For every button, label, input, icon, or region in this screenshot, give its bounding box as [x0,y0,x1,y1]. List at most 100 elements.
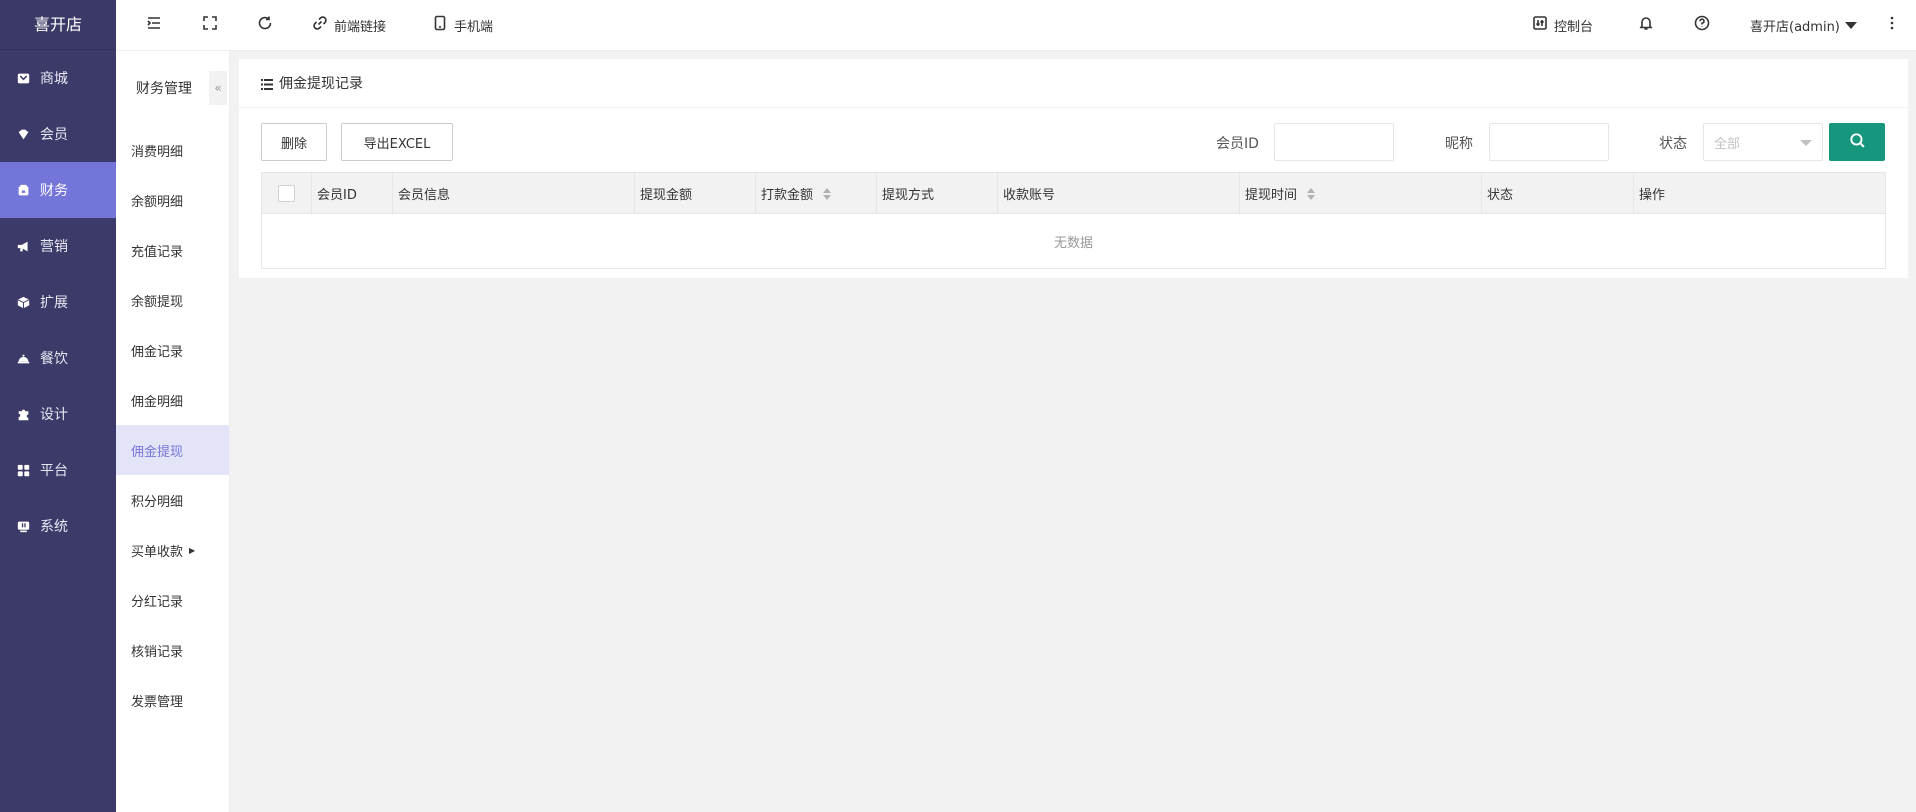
column-header: 会员信息 [393,173,635,214]
mobile-button[interactable]: 手机端 [432,0,493,50]
collapse-sidebar-button[interactable]: « [209,71,227,105]
nav-item-finance[interactable]: 财务 [0,162,116,218]
list-icon [261,78,273,90]
column-label: 收款账号 [1003,188,1056,203]
caret-down-icon [1844,21,1857,29]
column-label: 打款金额 [761,188,814,203]
refresh-icon [257,15,273,35]
export-excel-button[interactable]: 导出EXCEL [341,123,453,161]
column-header: 会员ID [312,173,393,214]
primary-nav: 商城 会员 财务 营销 扩展 餐饮 设计 平台 系统 [0,50,116,554]
dining-icon [16,351,30,365]
more-button[interactable] [1884,0,1900,50]
column-header: 提现方式 [877,173,998,214]
subnav-item-submenu[interactable]: 买单收款 ▶ [116,525,229,575]
nickname-input[interactable] [1489,123,1609,161]
status-select[interactable]: 全部 [1703,123,1823,161]
nav-item-extension[interactable]: 扩展 [0,274,116,330]
member-id-label: 会员ID [1216,136,1259,152]
member-id-input[interactable] [1274,123,1394,161]
subnav-item-label: 核销记录 [131,644,184,660]
subnav-item-label: 买单收款 [131,544,184,560]
nav-item-platform[interactable]: 平台 [0,442,116,498]
subnav-item-label: 佣金记录 [131,344,184,360]
fullscreen-button[interactable] [202,0,218,50]
status-select-value: 全部 [1714,136,1741,152]
select-all-checkbox[interactable] [278,185,295,202]
subnav-item[interactable]: 发票管理 [116,675,229,725]
system-icon [16,519,30,533]
status-label: 状态 [1659,136,1687,152]
column-label: 提现方式 [882,188,935,203]
nav-item-label: 设计 [40,407,68,423]
notifications-button[interactable] [1638,0,1654,50]
column-header: 提现金额 [635,173,756,214]
chevron-down-icon [1800,140,1812,146]
frontend-link-label: 前端链接 [334,19,387,35]
subnav-item[interactable]: 佣金记录 [116,325,229,375]
help-icon [1694,15,1710,35]
subnav-item-label: 余额明细 [131,194,184,210]
subnav-item-label: 分红记录 [131,594,184,610]
cube-icon [16,295,30,309]
subnav-item-commission-withdrawal[interactable]: 佣金提现 [116,425,229,475]
column-header: 状态 [1482,173,1634,214]
top-header: 前端链接 手机端 控制台 喜开店(admin) [116,0,1916,51]
more-vertical-icon [1884,15,1900,35]
subnav-item-label: 余额提现 [131,294,184,310]
subnav-item-label: 佣金提现 [131,444,184,460]
withdrawal-table: 会员ID 会员信息 提现金额 打款金额 提现方式 收款账号 提现时间 状态 操作… [261,172,1886,269]
nav-item-mall[interactable]: 商城 [0,50,116,106]
subnav-item-label: 积分明细 [131,494,184,510]
table-header: 会员ID 会员信息 提现金额 打款金额 提现方式 收款账号 提现时间 状态 操作 [262,173,1885,214]
column-label: 提现时间 [1245,188,1298,203]
secondary-sidebar: 财务管理 « 消费明细 余额明细 充值记录 余额提现 佣金记录 佣金明细 佣金提… [116,51,230,812]
subnav-item[interactable]: 充值记录 [116,225,229,275]
member-icon [16,127,30,141]
delete-button[interactable]: 删除 [261,123,327,161]
nav-item-label: 会员 [40,127,68,143]
nav-item-marketing[interactable]: 营销 [0,218,116,274]
puzzle-icon [16,407,30,421]
nav-item-dining[interactable]: 餐饮 [0,330,116,386]
column-label: 状态 [1487,188,1514,203]
refresh-button[interactable] [257,0,273,50]
toggle-menu-button[interactable] [146,0,162,50]
column-header-sortable[interactable]: 提现时间 [1240,173,1482,214]
column-label: 会员ID [317,188,357,203]
frontend-link-button[interactable]: 前端链接 [312,0,386,50]
subnav-item[interactable]: 消费明细 [116,125,229,175]
content-card: 佣金提现记录 删除 导出EXCEL 会员ID 昵称 状态 全部 会员ID 会员信… [239,59,1908,278]
sort-icon [823,187,832,200]
console-button[interactable]: 控制台 [1532,0,1593,50]
subnav-item[interactable]: 佣金明细 [116,375,229,425]
column-label: 操作 [1639,188,1666,203]
column-header: 收款账号 [998,173,1240,214]
subnav-item[interactable]: 分红记录 [116,575,229,625]
user-menu[interactable]: 喜开店(admin) [1750,0,1857,50]
search-icon [1849,132,1866,153]
subnav-item[interactable]: 核销记录 [116,625,229,675]
column-header-sortable[interactable]: 打款金额 [756,173,877,214]
subnav-item[interactable]: 余额明细 [116,175,229,225]
subnav-item[interactable]: 余额提现 [116,275,229,325]
finance-icon [16,183,30,197]
nav-item-label: 扩展 [40,295,68,311]
console-label: 控制台 [1554,19,1594,35]
column-label: 提现金额 [640,188,693,203]
bell-icon [1638,15,1654,35]
help-button[interactable] [1694,0,1710,50]
sort-icon [1307,187,1316,200]
nav-item-system[interactable]: 系统 [0,498,116,554]
search-button[interactable] [1829,123,1885,161]
app-logo[interactable]: 喜开店 [0,0,116,50]
nav-item-design[interactable]: 设计 [0,386,116,442]
select-all-cell [262,173,312,214]
subnav-item-label: 佣金明细 [131,394,184,410]
page-title: 佣金提现记录 [279,76,363,92]
user-name: 喜开店(admin) [1750,19,1840,35]
card-header: 佣金提现记录 [239,59,1908,108]
menu-indent-icon [146,15,162,35]
subnav-item[interactable]: 积分明细 [116,475,229,525]
nav-item-member[interactable]: 会员 [0,106,116,162]
